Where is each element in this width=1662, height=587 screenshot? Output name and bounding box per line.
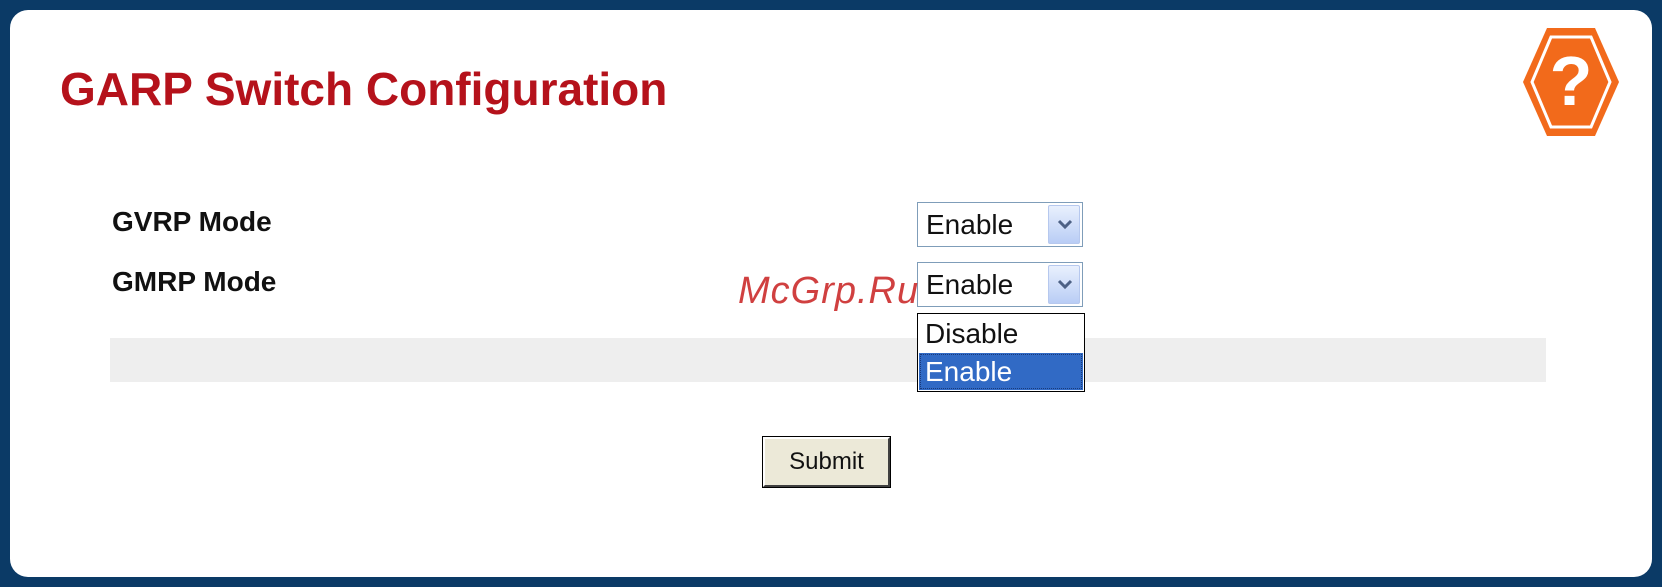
chevron-down-icon [1057,219,1073,230]
dropdown-option-enable[interactable]: Enable [919,353,1083,390]
gmrp-dropdown-list: Disable Enable [917,313,1085,392]
submit-button[interactable]: Submit [762,436,891,488]
help-glyph: ? [1550,42,1593,120]
page-title: GARP Switch Configuration [60,63,668,115]
gmrp-mode-label: GMRP Mode [112,266,277,297]
gvrp-mode-select[interactable]: Enable [917,202,1083,247]
watermark: McGrp.Ru [738,270,920,312]
help-question-icon[interactable]: ? [1520,25,1622,139]
gvrp-mode-value: Enable [926,209,1014,240]
chevron-down-icon [1057,279,1073,290]
gmrp-mode-value: Enable [926,269,1014,300]
dropdown-option-disable[interactable]: Disable [919,315,1083,352]
gvrp-dropdown-button[interactable] [1048,205,1080,244]
gmrp-dropdown-button[interactable] [1048,265,1080,304]
separator-bar [110,338,1546,382]
gvrp-mode-label: GVRP Mode [112,206,272,237]
gmrp-mode-select[interactable]: Enable [917,262,1083,307]
